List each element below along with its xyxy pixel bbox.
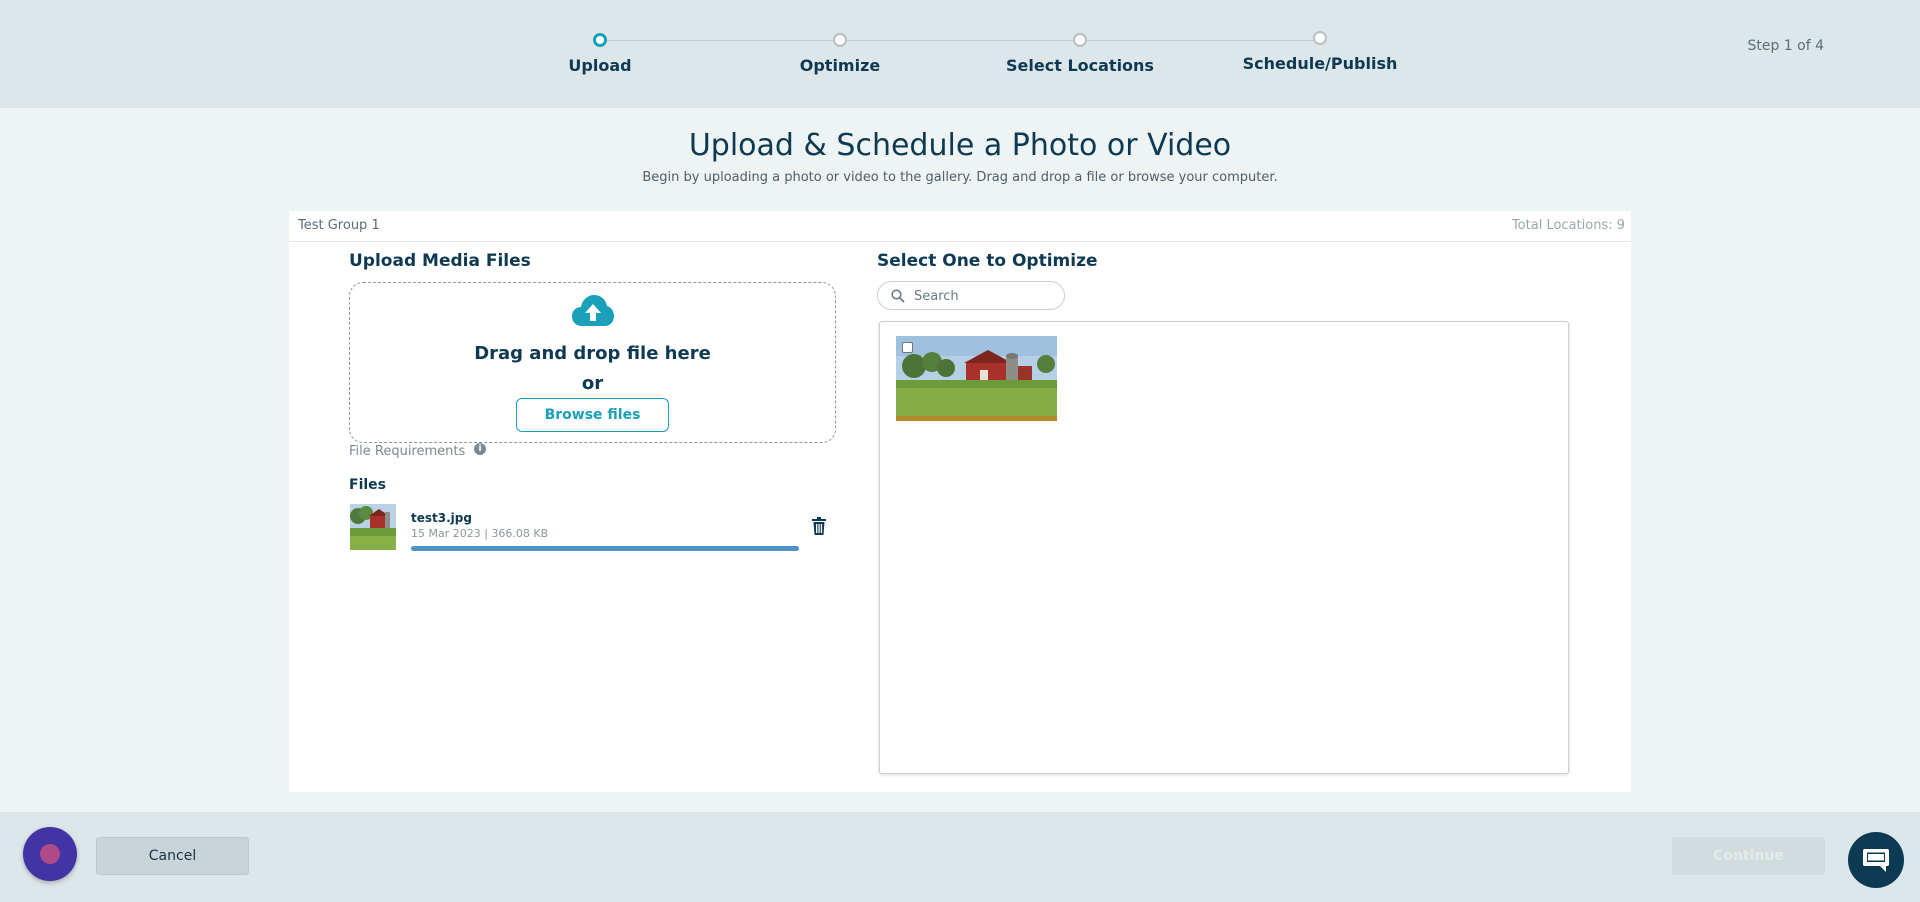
step-indicator bbox=[593, 33, 607, 47]
step-label: Select Locations bbox=[1006, 56, 1154, 75]
step-counter: Step 1 of 4 bbox=[1747, 38, 1824, 54]
dropzone-label: Drag and drop file here bbox=[474, 343, 711, 364]
trash-icon[interactable] bbox=[811, 517, 827, 535]
file-meta: 15 Mar 2023 | 366.08 KB bbox=[411, 527, 549, 540]
search-field bbox=[877, 281, 1065, 310]
assistant-dot-icon bbox=[40, 844, 60, 864]
browse-files-button[interactable]: Browse files bbox=[516, 398, 669, 432]
file-name: test3.jpg bbox=[411, 511, 472, 525]
step-schedule-publish: Schedule/Publish bbox=[1200, 31, 1440, 73]
search-icon bbox=[891, 289, 905, 303]
step-indicator bbox=[1313, 31, 1327, 45]
assistant-launcher-button[interactable] bbox=[23, 827, 77, 881]
barn-image bbox=[896, 336, 1057, 421]
file-thumbnail bbox=[350, 504, 396, 550]
gallery-item[interactable] bbox=[896, 336, 1057, 421]
step-select-locations: Select Locations bbox=[960, 33, 1200, 75]
chat-bubble-icon bbox=[1863, 849, 1889, 872]
upload-progress-fill bbox=[411, 546, 799, 551]
group-name: Test Group 1 bbox=[298, 218, 380, 233]
page-subtitle: Begin by uploading a photo or video to t… bbox=[642, 170, 1278, 185]
chat-launcher-button[interactable] bbox=[1848, 832, 1904, 888]
dropzone-or: or bbox=[581, 373, 604, 394]
media-gallery bbox=[879, 321, 1569, 774]
gallery-item-checkbox[interactable] bbox=[902, 342, 913, 353]
step-upload: Upload bbox=[480, 33, 720, 75]
step-optimize: Optimize bbox=[720, 33, 960, 75]
cancel-button[interactable]: Cancel bbox=[96, 837, 249, 875]
step-indicator bbox=[833, 33, 847, 47]
page-title: Upload & Schedule a Photo or Video bbox=[688, 128, 1232, 163]
upload-progress-bar bbox=[411, 546, 799, 551]
upload-section-title: Upload Media Files bbox=[349, 251, 531, 271]
step-label: Optimize bbox=[799, 56, 881, 75]
wizard-header: Upload Optimize Select Locations Schedul… bbox=[0, 0, 1920, 108]
file-dropzone[interactable]: Drag and drop file here or Browse files bbox=[349, 282, 836, 443]
optimize-section-title: Select One to Optimize bbox=[877, 251, 1098, 271]
total-locations: Total Locations: 9 bbox=[1511, 218, 1625, 233]
step-label: Upload bbox=[568, 56, 632, 75]
file-requirements-label: File Requirements bbox=[349, 444, 466, 459]
info-icon[interactable]: i bbox=[474, 443, 486, 455]
continue-button[interactable]: Continue bbox=[1672, 837, 1825, 875]
wizard-footer: Cancel Continue bbox=[0, 812, 1920, 902]
upload-panel: Test Group 1 Total Locations: 9 Upload M… bbox=[289, 211, 1631, 792]
barn-image bbox=[350, 504, 396, 550]
panel-header: Test Group 1 Total Locations: 9 bbox=[289, 211, 1631, 242]
step-label: Schedule/Publish bbox=[1242, 54, 1398, 73]
cloud-upload-icon bbox=[572, 295, 614, 326]
search-input[interactable] bbox=[914, 287, 1054, 305]
files-title: Files bbox=[349, 477, 386, 493]
step-indicator bbox=[1073, 33, 1087, 47]
